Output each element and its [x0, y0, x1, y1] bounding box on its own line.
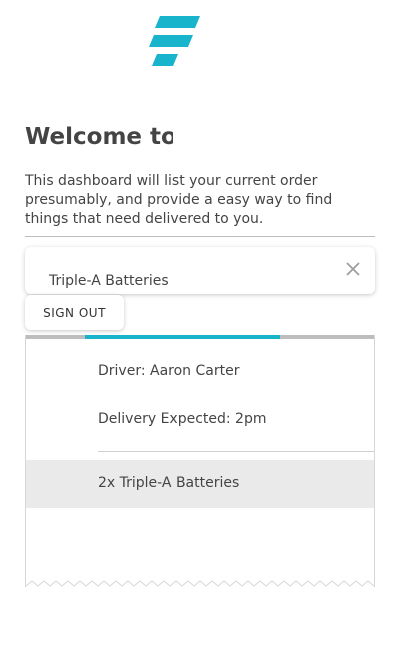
divider — [25, 236, 375, 237]
torn-edge — [26, 580, 374, 587]
logo-icon — [149, 16, 200, 66]
panel-divider — [98, 451, 374, 452]
delivery-expected: Delivery Expected: 2pm — [98, 411, 267, 427]
order-card[interactable]: Triple-A Batteries — [25, 247, 375, 294]
delivery-panel: Driver: Aaron Carter Delivery Expected: … — [25, 335, 375, 587]
welcome-description: This dashboard will list your current or… — [25, 173, 333, 227]
order-name: Triple-A Batteries — [49, 273, 169, 289]
delivery-progress-fill — [85, 335, 281, 339]
page-title: Welcome to — [25, 124, 173, 150]
item-label: 2x Triple-A Batteries — [98, 475, 240, 491]
delivery-progress-track — [26, 335, 374, 339]
sign-out-button[interactable]: SIGN OUT — [25, 295, 124, 330]
close-icon[interactable] — [345, 261, 361, 277]
driver-info: Driver: Aaron Carter — [98, 363, 240, 379]
list-item[interactable]: 2x Triple-A Batteries — [26, 460, 374, 508]
